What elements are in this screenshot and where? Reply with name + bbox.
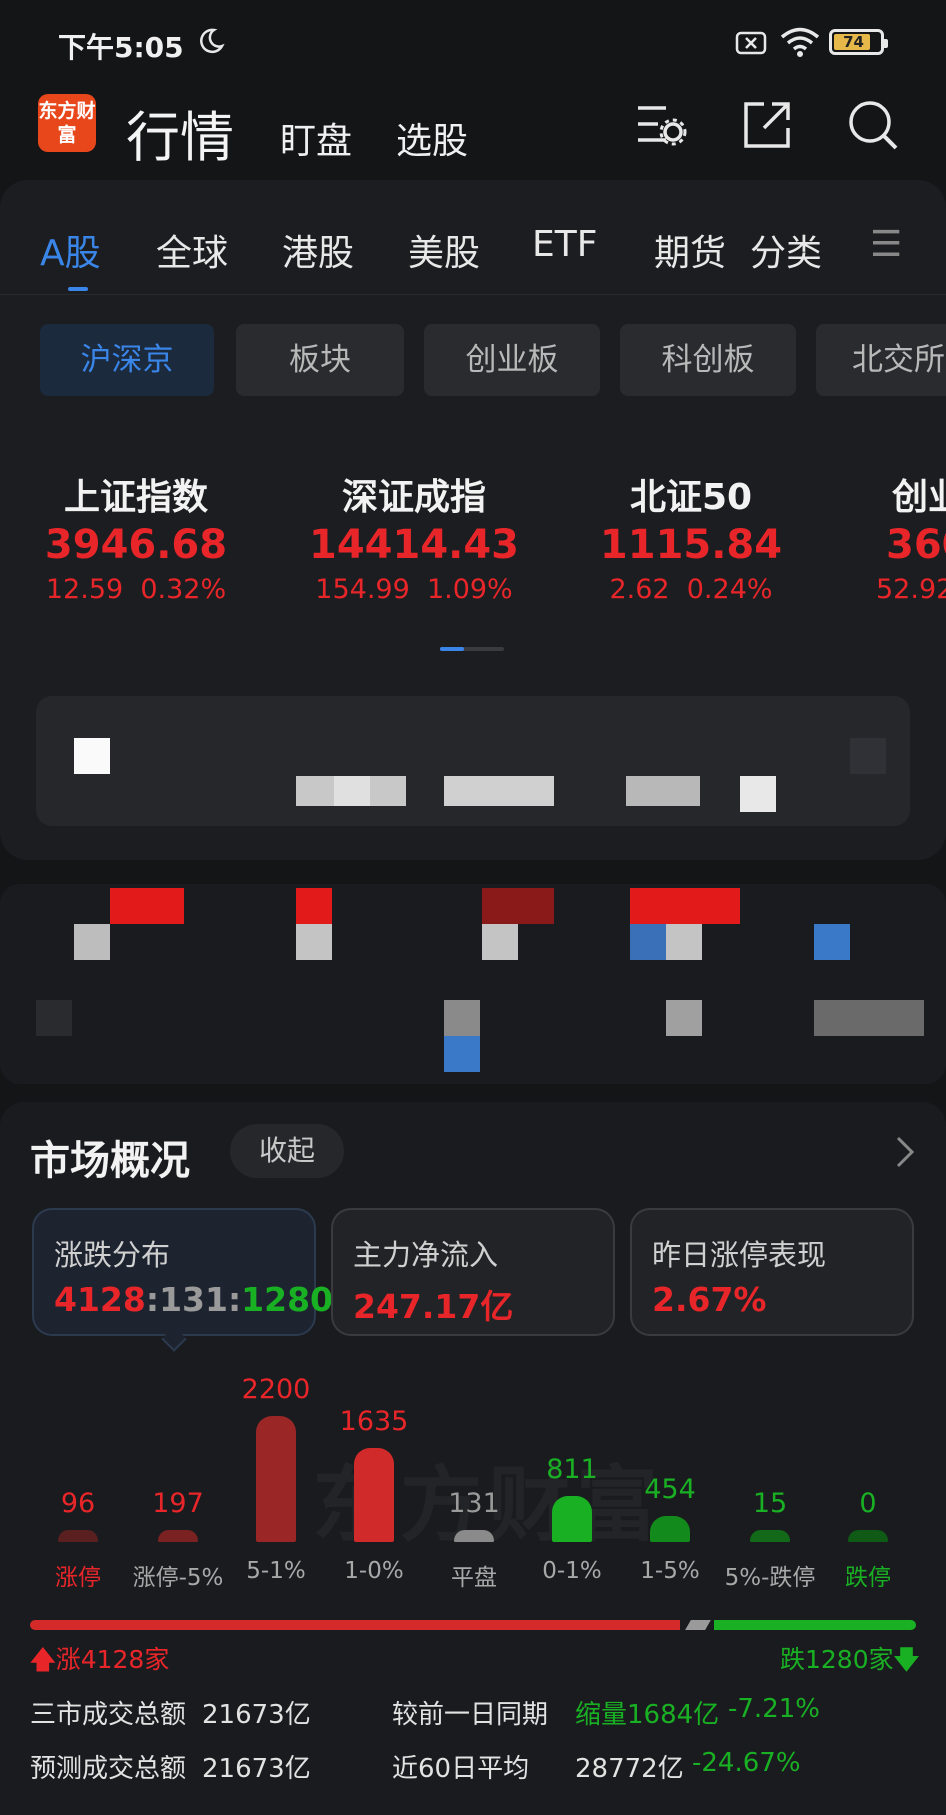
index-card-bse50[interactable]: 北证50 1115.84 2.62 0.24% (576, 468, 806, 605)
avg60-label: 近60日平均 (392, 1754, 530, 1784)
index-name: 上证指数 (63, 477, 208, 518)
fall-ratio-bar (714, 1620, 916, 1630)
index-value: 14414.43 (308, 522, 520, 568)
index-value: 1115.84 (599, 522, 783, 568)
card-yesterday-limit-up[interactable]: 昨日涨停表现 2.67% (630, 1208, 914, 1336)
flat-count: 131 (159, 1280, 228, 1319)
card-label: 昨日涨停表现 (652, 1238, 827, 1272)
subtab-bse[interactable]: 北交所 (816, 324, 946, 396)
index-value: 360 (886, 522, 946, 568)
tab-etf[interactable]: ETF (532, 224, 597, 265)
index-change: 52.92 (876, 574, 946, 605)
rise-count: 4128 (54, 1280, 146, 1319)
index-change: 12.59 (45, 574, 124, 605)
index-change: 154.99 (315, 574, 410, 605)
card-value: 247.17亿 (353, 1287, 514, 1326)
fall-count-text: 跌1280家 (780, 1645, 894, 1674)
battery-level: 74 (843, 33, 864, 51)
index-card-szse[interactable]: 深证成指 14414.43 154.99 1.09% (294, 468, 534, 605)
moon-icon (196, 26, 226, 60)
page-title: 行情 (126, 106, 234, 169)
share-icon[interactable] (742, 100, 792, 154)
wifi-icon (780, 26, 820, 62)
ticker-card[interactable] (36, 696, 910, 826)
tab-futures[interactable]: 期货 (654, 224, 726, 276)
subtab-chinext[interactable]: 创业板 (424, 324, 600, 396)
tab-category[interactable]: 分类 (750, 224, 822, 276)
index-card-chinext[interactable]: 创业 360 52.92 (876, 468, 946, 605)
nav-stock-picker-tab[interactable]: 选股 (396, 112, 468, 164)
forecast-label: 预测成交总额 (30, 1754, 187, 1784)
no-sim-icon (735, 31, 767, 59)
subtab-hushenjing[interactable]: 沪深京 (40, 324, 214, 396)
rise-count-text: 涨4128家 (55, 1645, 170, 1674)
card-label: 主力净流入 (353, 1238, 499, 1272)
index-pct: 0.24% (686, 574, 773, 605)
index-name: 深证成指 (341, 477, 486, 518)
subtab-sectors[interactable]: 板块 (236, 324, 404, 396)
active-tab-indicator (68, 287, 88, 291)
nav-watch-tab[interactable]: 盯盘 (280, 112, 352, 164)
rise-ratio-bar (30, 1620, 680, 1630)
index-name: 北证50 (629, 477, 753, 518)
divider (0, 294, 946, 295)
watermark: 东方财富 (312, 1458, 665, 1553)
index-card-sse[interactable]: 上证指数 3946.68 12.59 0.32% (18, 468, 254, 605)
rise-flat-fall-ratio: 4128:131:1280 (54, 1280, 334, 1319)
avg60-value: 28772亿 (575, 1754, 684, 1784)
index-pct: 1.09% (426, 574, 513, 605)
collapse-button[interactable]: 收起 (230, 1124, 344, 1178)
sector-heatmap-card[interactable] (0, 884, 946, 1084)
card-value: 2.67% (652, 1280, 767, 1319)
menu-icon[interactable]: ☰ (870, 224, 902, 265)
card-main-net-inflow[interactable]: 主力净流入 247.17亿 (331, 1208, 615, 1336)
index-change: 2.62 (609, 574, 670, 605)
subtab-star[interactable]: 科创板 (620, 324, 796, 396)
turnover-label: 三市成交总额 (30, 1700, 187, 1730)
battery-icon: 74 (829, 29, 888, 55)
index-pct: 0.32% (140, 574, 227, 605)
forecast-value: 21673亿 (202, 1754, 311, 1784)
app-logo: 东方财富 (38, 94, 96, 152)
tab-global[interactable]: 全球 (156, 224, 228, 276)
arrow-up-icon: 🡅 (30, 1645, 56, 1674)
turnover-value: 21673亿 (202, 1700, 311, 1730)
overview-title: 市场概况 (30, 1138, 190, 1184)
index-value: 3946.68 (44, 522, 228, 568)
fall-count-label: 跌1280家🡇 (780, 1640, 919, 1684)
card-rise-fall-distribution[interactable]: 涨跌分布 4128:131:1280 (32, 1208, 333, 1336)
fall-count: 1280 (241, 1280, 334, 1319)
arrow-down-icon: 🡇 (893, 1645, 920, 1674)
search-icon[interactable] (846, 98, 900, 156)
status-time: 下午5:05 (58, 31, 184, 64)
prev-day-label: 较前一日同期 (392, 1700, 549, 1730)
index-name: 创业 (892, 477, 946, 518)
pager-active (440, 647, 464, 651)
tab-us[interactable]: 美股 (408, 224, 480, 276)
settings-icon[interactable] (636, 100, 688, 154)
tab-a-shares[interactable]: A股 (40, 224, 101, 276)
rise-count-label: 🡅涨4128家 (30, 1640, 169, 1684)
avg60-pct: -24.67% (692, 1748, 801, 1778)
card-label: 涨跌分布 (54, 1238, 171, 1272)
prev-day-pct: -7.21% (728, 1694, 820, 1724)
prev-day-value: 缩量1684亿 (575, 1700, 720, 1730)
chevron-right-icon[interactable] (894, 1134, 918, 1174)
tab-hk[interactable]: 港股 (282, 224, 354, 276)
